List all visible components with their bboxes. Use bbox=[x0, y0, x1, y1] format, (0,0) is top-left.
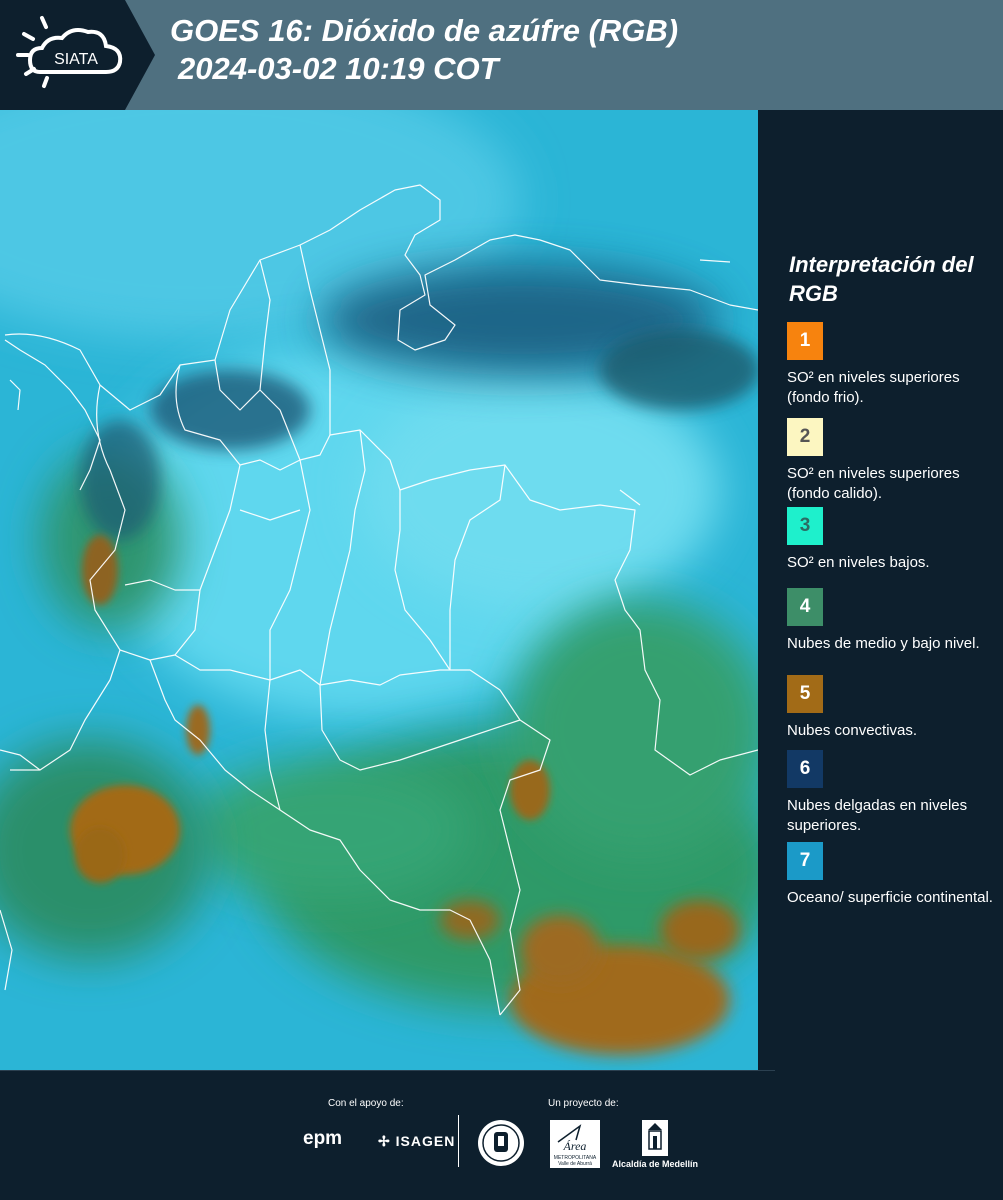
area-logo-word: Área bbox=[563, 1139, 587, 1153]
legend-item-4: 4 Nubes de medio y bajo nivel. bbox=[787, 588, 997, 654]
epm-logo: epm bbox=[303, 1128, 343, 1149]
isagen-label: ISAGEN bbox=[395, 1133, 456, 1149]
legend-swatch-3: 3 bbox=[787, 507, 823, 545]
legend-label-6: Nubes delgadas en niveles superiores. bbox=[787, 797, 968, 834]
siata-logo: SIATA bbox=[0, 0, 155, 110]
area-logo-line3: Valle de Aburrá bbox=[558, 1161, 592, 1167]
alcaldia-building-icon bbox=[640, 1118, 670, 1163]
header-bar: SIATA GOES 16: Dióxido de azúfre (RGB) 2… bbox=[0, 0, 1003, 110]
legend-label-1: SO² en niveles superiores (fondo frio). bbox=[787, 369, 960, 406]
legend-panel: Interpretación del RGB 1 SO² en niveles s… bbox=[760, 110, 1003, 1070]
legend-item-7: 7 Oceano/ superficie continental. bbox=[787, 842, 997, 908]
area-metropolitana-logo: Área METROPOLITANA Valle de Aburrá bbox=[550, 1120, 600, 1168]
logo-text: SIATA bbox=[54, 51, 98, 68]
legend-item-6: 6 Nubes delgadas en niveles superiores. bbox=[787, 750, 997, 836]
title-line-2: 2024-03-02 10:19 COT bbox=[178, 51, 499, 86]
legend-label-2: SO² en niveles superiores (fondo calido)… bbox=[787, 465, 960, 502]
footer-vertical-divider bbox=[458, 1115, 459, 1167]
project-label: Un proyecto de: bbox=[548, 1098, 619, 1109]
legend-label-7: Oceano/ superficie continental. bbox=[787, 889, 993, 906]
legend-title: Interpretación del RGB bbox=[789, 252, 974, 306]
legend-item-2: 2 SO² en niveles superiores (fondo calido… bbox=[787, 418, 997, 504]
legend-item-1: 1 SO² en niveles superiores (fondo frio). bbox=[787, 322, 997, 408]
isagen-mark-icon: ✢ bbox=[378, 1133, 391, 1149]
medellin-seal-icon bbox=[477, 1119, 525, 1172]
legend-label-4: Nubes de medio y bajo nivel. bbox=[787, 635, 980, 652]
footer-divider-line bbox=[0, 1070, 775, 1071]
satellite-map bbox=[0, 110, 758, 1070]
legend-label-5: Nubes convectivas. bbox=[787, 722, 918, 739]
alcaldia-label: Alcaldía de Medellín bbox=[612, 1159, 699, 1169]
footer: Con el apoyo de: epm ✢ ISAGEN Un proyect… bbox=[0, 1070, 1003, 1200]
legend-swatch-1: 1 bbox=[787, 322, 823, 360]
legend-label-3: SO² en niveles bajos. bbox=[787, 554, 930, 571]
legend-item-3: 3 SO² en niveles bajos. bbox=[787, 507, 997, 573]
legend-swatch-2: 2 bbox=[787, 418, 823, 456]
legend-item-5: 5 Nubes convectivas. bbox=[787, 675, 997, 741]
page-title: GOES 16: Dióxido de azúfre (RGB) 2024-03… bbox=[170, 12, 678, 88]
legend-swatch-4: 4 bbox=[787, 588, 823, 626]
legend-swatch-7: 7 bbox=[787, 842, 823, 880]
legend-swatch-5: 5 bbox=[787, 675, 823, 713]
isagen-logo: ✢ ISAGEN bbox=[378, 1133, 455, 1150]
support-label: Con el apoyo de: bbox=[328, 1098, 404, 1109]
title-line-1: GOES 16: Dióxido de azúfre (RGB) bbox=[170, 13, 679, 48]
legend-swatch-6: 6 bbox=[787, 750, 823, 788]
